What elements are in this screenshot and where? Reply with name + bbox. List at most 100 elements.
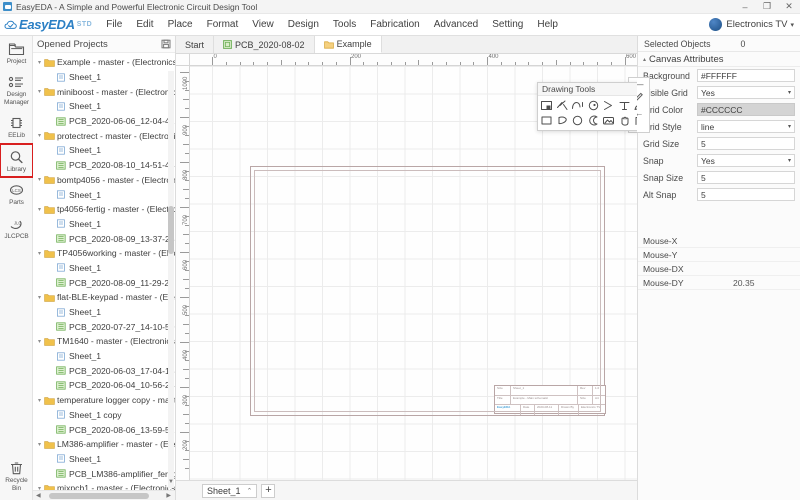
tree-document-row[interactable]: PCB_2020-08-09_13-37-28 <box>33 231 175 246</box>
menu-place[interactable]: Place <box>161 16 200 33</box>
menu-view[interactable]: View <box>245 16 281 33</box>
property-input-snap-size[interactable]: 5 <box>697 171 795 184</box>
circle-dot-icon[interactable] <box>586 98 602 113</box>
canvas-attributes-header[interactable]: ▴ Canvas Attributes <box>638 52 800 67</box>
tab-start[interactable]: Start <box>176 36 215 53</box>
tree-horizontal-scrollbar[interactable]: ◀ ▶ <box>33 490 175 500</box>
menu-advanced[interactable]: Advanced <box>427 16 485 33</box>
tree-expand-arrow-icon[interactable]: ▾ <box>35 294 44 301</box>
property-input-grid-size[interactable]: 5 <box>697 137 795 150</box>
tree-project-row[interactable]: ▾ TM1640 - master - (Electronics TV) <box>33 334 175 349</box>
tree-project-row[interactable]: ▾ miniboost - master - (Electronics TV) <box>33 84 175 99</box>
sidebar-item-jlcpcb[interactable]: JLC JLCPCB <box>0 211 33 244</box>
tree-document-row[interactable]: Sheet_1 <box>33 99 175 114</box>
tree-expand-arrow-icon[interactable]: ▾ <box>35 397 44 404</box>
pencil-icon[interactable] <box>632 98 637 113</box>
tree-expand-arrow-icon[interactable]: ▾ <box>35 88 44 95</box>
property-select-visible-grid[interactable]: Yes ▾ <box>697 86 795 99</box>
tree-document-row[interactable]: Sheet_1 <box>33 143 175 158</box>
close-button[interactable]: ✕ <box>778 0 800 14</box>
tree-document-row[interactable]: Sheet_1 <box>33 217 175 232</box>
menu-setting[interactable]: Setting <box>485 16 530 33</box>
property-input-background[interactable]: #FFFFFF <box>697 69 795 82</box>
bezier-icon[interactable] <box>555 113 571 128</box>
polyline-icon[interactable] <box>555 98 571 113</box>
tree-document-row[interactable]: PCB_2020-07-27_14-10-59 <box>33 319 175 334</box>
property-select-snap[interactable]: Yes ▾ <box>697 154 795 167</box>
user-menu[interactable]: Electronics TV ▾ <box>709 18 800 31</box>
project-tree[interactable]: ▾ Example - master - (Electronics TV) Shee… <box>33 53 175 500</box>
sidebar-item-project[interactable]: Project <box>0 36 33 69</box>
tree-document-row[interactable]: PCB_2020-06-06_12-04-41 <box>33 114 175 129</box>
sidebar-item-eelib[interactable]: EELib <box>0 110 33 143</box>
tree-project-row[interactable]: ▾ protectrect - master - (Electronics TV) <box>33 128 175 143</box>
menu-fabrication[interactable]: Fabrication <box>363 16 426 33</box>
place-image-icon[interactable] <box>539 98 555 113</box>
tree-vertical-scrollbar[interactable] <box>168 71 174 488</box>
tree-document-row[interactable]: Sheet_1 <box>33 305 175 320</box>
tree-document-row[interactable]: PCB_2020-08-10_14-51-44 <box>33 158 175 173</box>
tree-expand-arrow-icon[interactable]: ▾ <box>35 338 44 345</box>
chevron-down-icon[interactable]: ▾ <box>788 123 791 130</box>
drawing-tools-panel[interactable]: Drawing Tools — <box>537 82 637 131</box>
menu-help[interactable]: Help <box>530 16 565 33</box>
menu-file[interactable]: File <box>99 16 129 33</box>
tree-document-row[interactable]: Sheet_1 <box>33 187 175 202</box>
tree-project-row[interactable]: ▾ tp4056-fertig - master - (Electronics T… <box>33 202 175 217</box>
tree-scroll-right-arrow[interactable]: ▶ <box>166 492 171 499</box>
tree-document-row[interactable]: PCB_2020-08-09_11-29-29 <box>33 275 175 290</box>
property-input-grid-color[interactable]: #CCCCCC <box>697 103 795 116</box>
pie-arc-icon[interactable] <box>586 113 602 128</box>
tree-horizontal-scroll-thumb[interactable] <box>49 493 149 499</box>
sidebar-item-parts[interactable]: LCS Parts <box>0 177 33 210</box>
tree-expand-arrow-icon[interactable]: ▾ <box>35 250 44 257</box>
tree-scroll-down-arrow[interactable]: ▼ <box>167 478 175 486</box>
tree-expand-arrow-icon[interactable]: ▾ <box>35 132 44 139</box>
chevron-down-icon[interactable]: ▾ <box>788 89 791 96</box>
tree-project-row[interactable]: ▾ bomtp4056 - master - (Electronics TV) <box>33 173 175 188</box>
menu-design[interactable]: Design <box>281 16 326 33</box>
picture-icon[interactable] <box>601 113 617 128</box>
tree-project-row[interactable]: ▾ Example - master - (Electronics TV) <box>33 55 175 70</box>
property-input-alt-snap[interactable]: 5 <box>697 188 795 201</box>
add-sheet-button[interactable]: + <box>261 483 276 498</box>
circle-icon[interactable] <box>570 113 586 128</box>
drawing-tools-header[interactable]: Drawing Tools — <box>538 83 637 96</box>
tree-project-row[interactable]: ▾ TP4056working - master - (Electronics T… <box>33 246 175 261</box>
tab-pcb[interactable]: PCB_2020-08-02 <box>214 36 315 53</box>
hand-icon[interactable] <box>617 113 633 128</box>
tree-document-row[interactable]: PCB_2020-06-03_17-04-15 <box>33 363 175 378</box>
tree-document-row[interactable]: Sheet_1 <box>33 261 175 276</box>
tree-document-row[interactable]: Sheet_1 copy <box>33 408 175 423</box>
tree-expand-arrow-icon[interactable]: ▾ <box>35 176 44 183</box>
sheet-tab-sheet1[interactable]: Sheet_1 ⌃ <box>202 483 258 498</box>
tree-expand-arrow-icon[interactable]: ▾ <box>35 441 44 448</box>
tree-vertical-scroll-thumb[interactable] <box>168 206 174 254</box>
menu-format[interactable]: Format <box>200 16 246 33</box>
rectangle-icon[interactable] <box>539 113 555 128</box>
arrow-icon[interactable] <box>601 98 617 113</box>
brand-logo[interactable]: EasyEDA STD <box>4 17 92 32</box>
sidebar-item-design-manager[interactable]: Design Manager <box>0 69 33 110</box>
tab-example[interactable]: Example <box>314 36 382 53</box>
tree-document-row[interactable]: PCB_LM386-amplifier_fertig <box>33 466 175 481</box>
arc-icon[interactable] <box>570 98 586 113</box>
corner-icon[interactable] <box>632 113 637 128</box>
tree-document-row[interactable]: Sheet_1 <box>33 452 175 467</box>
property-select-grid-style[interactable]: line ▾ <box>697 120 795 133</box>
sidebar-item-library[interactable]: Library <box>0 142 34 179</box>
save-icon[interactable] <box>161 39 171 49</box>
tree-document-row[interactable]: Sheet_1 <box>33 70 175 85</box>
chevron-up-icon[interactable]: ⌃ <box>247 487 253 495</box>
recycle-bin-button[interactable]: Recycle Bin <box>0 455 33 496</box>
tree-project-row[interactable]: ▾ LM386-amplifier - master - (Electronics… <box>33 437 175 452</box>
text-icon[interactable] <box>617 98 633 113</box>
tree-expand-arrow-icon[interactable]: ▾ <box>35 59 44 66</box>
tree-document-row[interactable]: PCB_2020-06-04_10-56-24 <box>33 378 175 393</box>
maximize-button[interactable]: ❐ <box>756 0 778 14</box>
tree-scroll-left-arrow[interactable]: ◀ <box>36 492 41 499</box>
tree-project-row[interactable]: ▾ flat-BLE-keypad - master - (Electronics… <box>33 290 175 305</box>
tree-document-row[interactable]: PCB_2020-08-06_13-59-52 <box>33 422 175 437</box>
chevron-up-icon[interactable]: ▴ <box>643 56 646 63</box>
chevron-down-icon[interactable]: ▾ <box>788 157 791 164</box>
